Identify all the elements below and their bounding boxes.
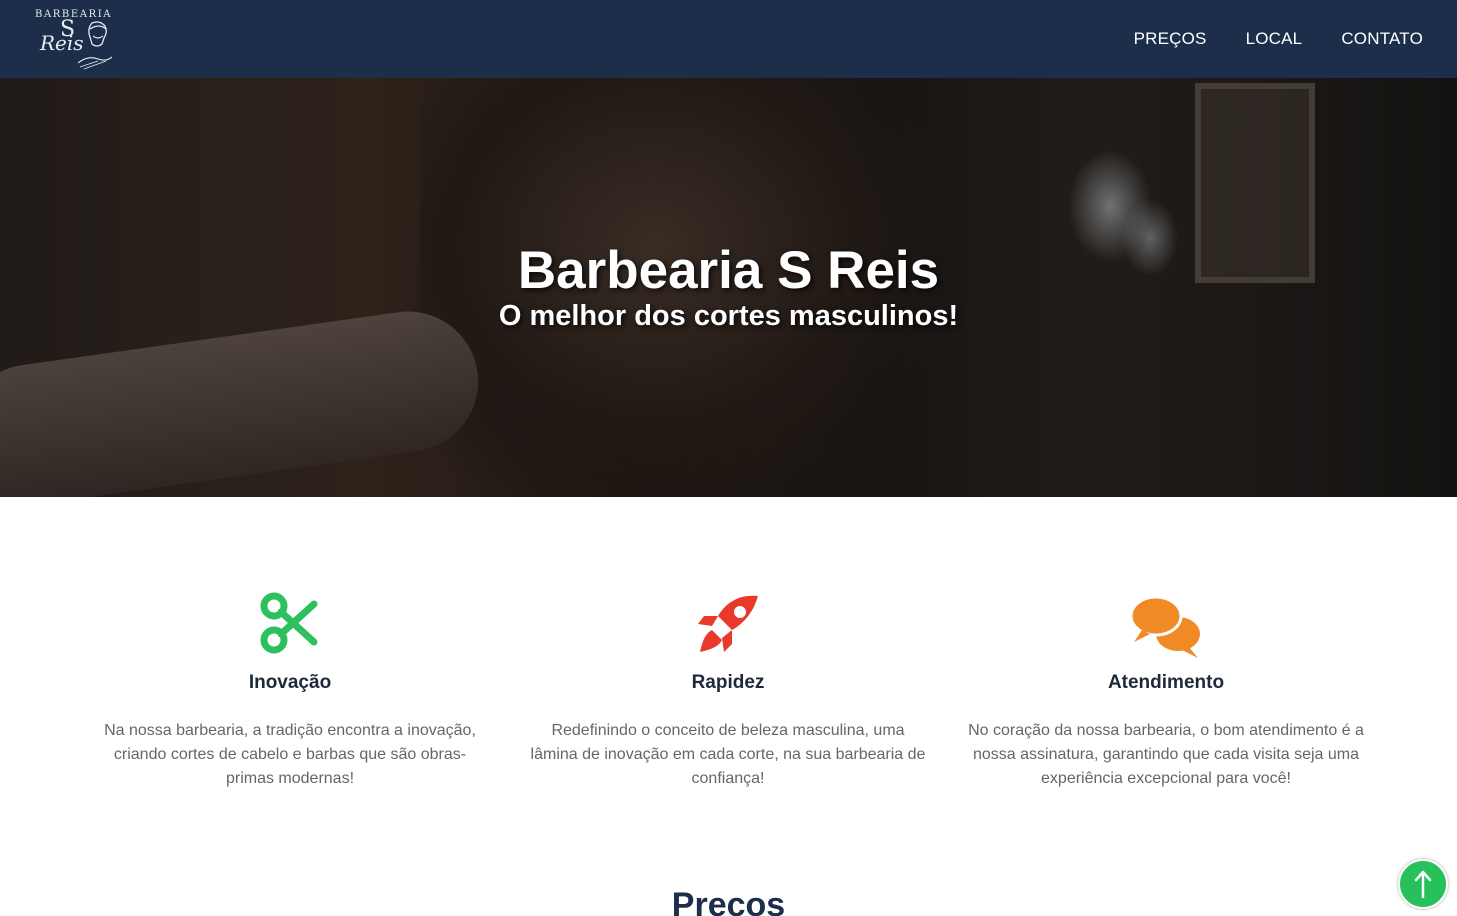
logo[interactable]: BARBEARIA S Reis	[32, 5, 112, 73]
barber-portrait-icon	[78, 21, 112, 70]
feature-description: Na nossa barbearia, a tradição encontra …	[104, 722, 476, 787]
feature-title: Rapidez	[691, 672, 765, 693]
scissors-icon	[260, 592, 318, 654]
rocket-icon	[698, 595, 758, 652]
feature-description: No coração da nossa barbearia, o bom ate…	[968, 722, 1364, 787]
feature-speed: Rapidez Redefinindo o conceito de beleza…	[528, 590, 928, 791]
nav-link-contato[interactable]: CONTATO	[1341, 29, 1423, 49]
hero-subtitle: O melhor dos cortes masculinos!	[498, 300, 959, 332]
feature-title: Inovação	[248, 672, 332, 693]
hero-banner: Barbearia S Reis O melhor dos cortes mas…	[0, 78, 1457, 497]
navbar: BARBEARIA S Reis PREÇOS LOCAL CONTATO	[0, 0, 1457, 78]
hero-title: Barbearia S Reis	[517, 241, 940, 300]
feature-service: Atendimento No coração da nossa barbeari…	[966, 590, 1366, 791]
nav-link-precos[interactable]: PREÇOS	[1134, 29, 1207, 49]
main-nav: PREÇOS LOCAL CONTATO	[1095, 29, 1423, 49]
section-title-precos: Preços	[671, 886, 786, 916]
feature-title: Atendimento	[1107, 672, 1225, 693]
chat-bubbles-icon	[1130, 595, 1200, 658]
feature-description: Redefinindo o conceito de beleza masculi…	[530, 722, 926, 787]
nav-link-local[interactable]: LOCAL	[1246, 29, 1303, 49]
scroll-to-top-button[interactable]	[1398, 859, 1448, 909]
arrow-up-icon	[1414, 870, 1432, 899]
feature-innovation: Inovação Na nossa barbearia, a tradição …	[90, 590, 490, 791]
